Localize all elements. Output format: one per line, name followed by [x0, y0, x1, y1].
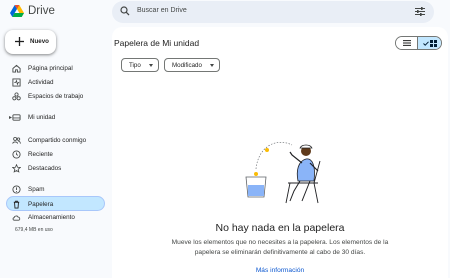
activity-icon — [12, 78, 21, 87]
sidebar-item-spam[interactable]: Spam — [8, 182, 105, 197]
sidebar-item-label: Mi unidad — [28, 114, 56, 121]
drive-logo[interactable]: Drive — [10, 5, 55, 17]
sidebar-item-label: Papelera — [28, 201, 54, 208]
home-icon — [12, 64, 21, 73]
my-drive-icon — [12, 114, 21, 121]
filter-modified-chip[interactable]: Modificado — [164, 58, 220, 72]
search-input[interactable]: Buscar en Drive — [137, 7, 187, 14]
shared-icon — [12, 136, 21, 144]
more-info-link[interactable]: Más información — [112, 267, 448, 274]
sidebar-item-home[interactable]: Página principal — [8, 61, 105, 76]
sidebar-item-label: Compartido conmigo — [28, 137, 87, 144]
sidebar-item-my-drive[interactable]: Mi unidad — [8, 110, 105, 125]
sidebar-item-shared[interactable]: Compartido conmigo — [8, 133, 105, 148]
grid-view-button[interactable] — [418, 37, 441, 49]
page-title: Papelera de Mi unidad — [114, 38, 200, 48]
list-view-button[interactable] — [396, 37, 419, 49]
empty-state-description: Mueve los elementos que no necesites a l… — [160, 238, 400, 258]
search-options-icon[interactable] — [415, 7, 425, 16]
new-button[interactable]: Nuevo — [5, 30, 56, 54]
empty-state-title: No hay nada en la papelera — [215, 222, 345, 234]
app-name: Drive — [28, 5, 55, 17]
empty-desc-line-2: papelera se eliminarán definitivamente a… — [194, 249, 366, 256]
trash-icon — [13, 200, 20, 209]
sidebar-item-recent[interactable]: Reciente — [8, 147, 105, 162]
list-icon — [402, 40, 411, 46]
sidebar-item-label: Destacados — [28, 165, 62, 172]
sidebar-item-activity[interactable]: Actividad — [8, 75, 105, 90]
search-icon[interactable] — [120, 6, 130, 16]
empty-desc-line-1: Mueve los elementos que no necesites a l… — [171, 239, 389, 246]
new-button-label: Nuevo — [30, 38, 49, 45]
check-icon — [422, 40, 429, 46]
storage-usage-text: 679,4 MB en uso — [15, 227, 53, 233]
clock-icon — [12, 150, 21, 159]
main-panel: Papelera de Mi unidad Tipo Modificado No… — [112, 27, 448, 278]
search-bar[interactable]: Buscar en Drive — [112, 1, 434, 23]
sidebar-item-label: Espacios de trabajo — [28, 93, 84, 100]
spam-icon — [12, 185, 21, 194]
filter-type-label: Tipo — [129, 61, 141, 69]
dropdown-arrow-icon — [149, 64, 153, 67]
sidebar-item-label: Almacenamiento — [28, 214, 75, 221]
sidebar-item-label: Reciente — [28, 151, 53, 158]
filter-type-chip[interactable]: Tipo — [121, 58, 159, 72]
sidebar-item-trash[interactable]: Papelera — [6, 196, 105, 211]
plus-icon — [15, 37, 24, 46]
sidebar-item-label: Actividad — [28, 79, 54, 86]
view-toggle[interactable] — [395, 36, 442, 50]
grid-icon — [429, 39, 437, 47]
cloud-icon — [12, 215, 21, 221]
sidebar-item-storage[interactable]: Almacenamiento — [8, 210, 105, 225]
sidebar-item-workspaces[interactable]: Espacios de trabajo — [8, 89, 105, 104]
workspaces-icon — [12, 92, 21, 101]
empty-trash-illustration — [245, 141, 321, 204]
star-icon — [12, 164, 21, 173]
drive-logo-icon — [10, 5, 24, 17]
filter-modified-label: Modificado — [172, 61, 202, 69]
sidebar-item-starred[interactable]: Destacados — [8, 161, 105, 176]
sidebar-item-label: Página principal — [28, 65, 73, 72]
sidebar-item-label: Spam — [28, 186, 45, 193]
dropdown-arrow-icon — [210, 64, 214, 67]
